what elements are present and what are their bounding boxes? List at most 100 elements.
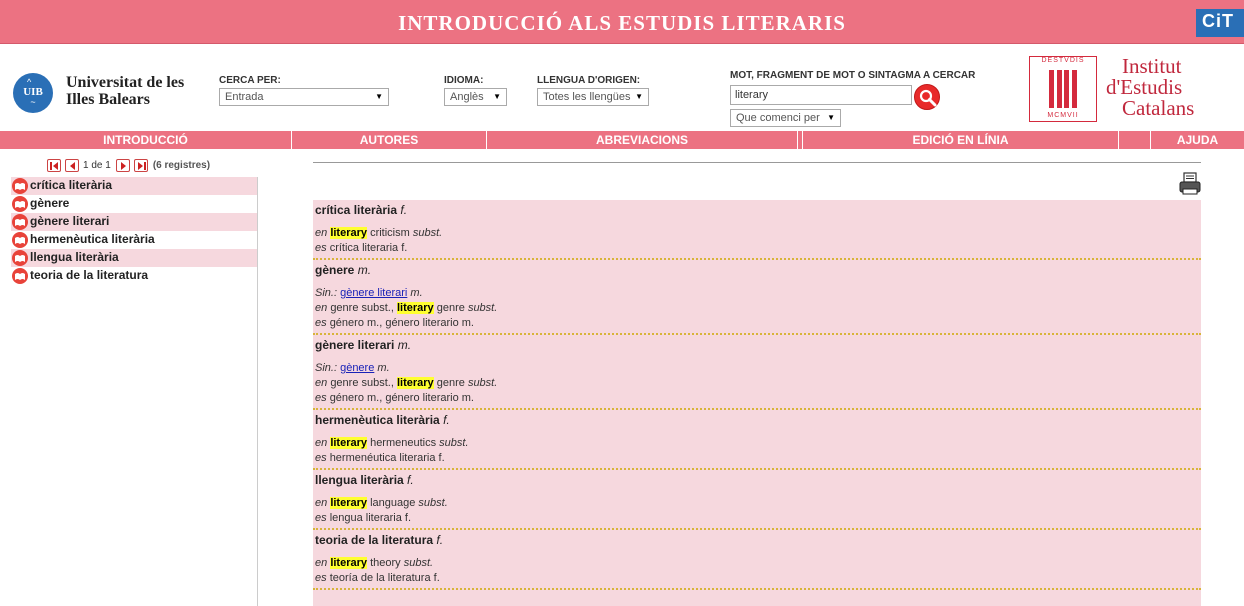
en-before: genre subst.,	[330, 302, 397, 314]
book-icon	[12, 268, 28, 284]
entry-head: gènere m.	[315, 263, 1201, 278]
entry-spanish: es género m., género literario m.	[315, 316, 1201, 331]
en-gram: subst.	[412, 227, 443, 239]
sidebar-item[interactable]: gènere	[11, 195, 257, 213]
entry-english: en genre subst., literary genre subst.	[315, 376, 1201, 391]
cerca-label: CERCA PER:	[219, 75, 281, 86]
entry-english: en literary criticism subst.	[315, 226, 1201, 241]
print-button[interactable]	[1179, 172, 1201, 196]
nav-edicio-en-linia[interactable]: Edició en línia	[803, 131, 1119, 149]
entry-head: gènere literari m.	[315, 338, 1201, 353]
result-entry: gènere literari m. Sin.: gènere m. en genr…	[313, 335, 1201, 410]
mode-select-value: Que comenci per	[736, 112, 820, 124]
book-icon	[12, 250, 28, 266]
origen-select[interactable]: Totes les llengües ▼	[537, 88, 649, 106]
highlight-match: literary	[330, 227, 368, 239]
uib-logo[interactable]: ^ UIB ~	[13, 73, 53, 113]
lang-code-es: es	[315, 392, 327, 404]
chevron-down-icon: ▼	[375, 92, 383, 101]
es-text: teoría de la literatura f.	[329, 572, 440, 584]
search-input[interactable]: literary	[730, 85, 912, 105]
lang-code-en: en	[315, 557, 328, 569]
lang-code-en: en	[315, 497, 328, 509]
entry-term: hermenèutica literària	[315, 413, 440, 427]
sidebar-item[interactable]: hermenèutica literària	[11, 231, 257, 249]
sidebar-item[interactable]: llengua literària	[11, 249, 257, 267]
university-name-line1: Universitat de les	[66, 74, 185, 91]
en-before: genre subst.,	[330, 377, 397, 389]
divider	[313, 162, 1201, 163]
highlight-match: literary	[396, 377, 434, 389]
institute-name-line3: Catalans	[1122, 96, 1195, 120]
sidebar-item-label: gènere	[30, 196, 70, 210]
entry-term: crítica literària	[315, 203, 398, 217]
syn-prefix: Sin.:	[315, 287, 341, 299]
search-button[interactable]	[914, 84, 940, 110]
entry-synonym: Sin.: gènere literari m.	[315, 286, 1201, 301]
sidebar-item-label: crítica literària	[30, 178, 113, 192]
book-icon	[12, 196, 28, 212]
nav-autores[interactable]: Autores	[292, 131, 487, 149]
sidebar-item[interactable]: crítica literària	[11, 177, 257, 195]
institute-name-line1: Institut	[1122, 54, 1182, 78]
first-page-icon	[50, 161, 58, 170]
iec-shield-logo[interactable]: DESTVDIS MCMVII	[1029, 56, 1097, 122]
prev-page-icon	[70, 161, 75, 170]
results-list: crítica literària f. en literary criticis…	[313, 200, 1201, 606]
highlight-match: literary	[330, 497, 368, 509]
institute-name-line2: d'Estudis	[1106, 75, 1183, 99]
lang-code-en: en	[315, 377, 328, 389]
entry-spanish: es hermenéutica literaria f.	[315, 451, 1201, 466]
entry-head: crítica literària f.	[315, 203, 1201, 218]
en-after: genre	[433, 302, 465, 314]
cerca-select-value: Entrada	[225, 91, 264, 103]
result-entry: hermenèutica literària f. en literary her…	[313, 410, 1201, 470]
origen-select-value: Totes les llengües	[543, 91, 631, 103]
nav-ajuda[interactable]: Ajuda	[1151, 131, 1244, 149]
cit-logo[interactable]: CiT	[1196, 9, 1244, 37]
sidebar-item-label: gènere literari	[30, 214, 110, 228]
lang-code-en: en	[315, 302, 328, 314]
institute-name[interactable]: Institut d'Estudis Catalans	[1106, 56, 1216, 119]
result-entry: crítica literària f. en literary criticis…	[313, 200, 1201, 260]
nav-abreviacions[interactable]: Abreviacions	[487, 131, 798, 149]
en-gram: subst.	[403, 557, 434, 569]
iec-shield-bottom-text: MCMVII	[1047, 112, 1079, 119]
entry-head: llengua literària f.	[315, 473, 1201, 488]
en-after: criticism	[367, 227, 410, 239]
sidebar: crítica literària gènere gènere literari he…	[11, 177, 258, 606]
university-name[interactable]: Universitat de les Illes Balears	[66, 74, 206, 108]
first-page-button[interactable]	[47, 158, 61, 172]
synonym-link[interactable]: gènere	[340, 362, 374, 374]
cerca-select[interactable]: Entrada ▼	[219, 88, 389, 106]
idioma-select[interactable]: Anglès ▼	[444, 88, 507, 106]
result-entry: gènere m. Sin.: gènere literari m. en genr…	[313, 260, 1201, 335]
entry-term: gènere literari	[315, 338, 395, 352]
en-after: hermeneutics	[367, 437, 437, 449]
en-after: theory	[367, 557, 401, 569]
printer-icon	[1179, 172, 1201, 195]
entry-english: en literary theory subst.	[315, 556, 1201, 571]
synonym-link[interactable]: gènere literari	[340, 287, 407, 299]
pager-count: (6 registres)	[152, 159, 211, 171]
entry-gram: f.	[436, 533, 444, 547]
pager-status: 1 de 1	[83, 159, 111, 171]
lang-code-es: es	[315, 317, 327, 329]
nav-introduccio[interactable]: Introducció	[0, 131, 292, 149]
last-page-button[interactable]	[133, 158, 148, 172]
sidebar-item[interactable]: teoria de la literatura	[11, 267, 257, 285]
result-entry: teoria de la literatura f. en literary th…	[313, 530, 1201, 590]
next-page-button[interactable]	[115, 158, 130, 172]
es-text: género m., género literario m.	[329, 317, 474, 329]
entry-gram: f.	[407, 473, 414, 487]
result-entry: llengua literària f. en literary language…	[313, 470, 1201, 530]
lang-code-es: es	[315, 452, 327, 464]
entry-spanish: es lengua literaria f.	[315, 511, 1201, 526]
prev-page-button[interactable]	[65, 158, 79, 172]
es-text: crítica literaria f.	[329, 242, 408, 254]
book-icon	[12, 178, 28, 194]
pager: 1 de 1 (6 registres)	[47, 156, 210, 174]
entry-spanish: es crítica literaria f.	[315, 241, 1201, 256]
sidebar-item[interactable]: gènere literari	[11, 213, 257, 231]
mode-select[interactable]: Que comenci per ▼	[730, 109, 841, 127]
